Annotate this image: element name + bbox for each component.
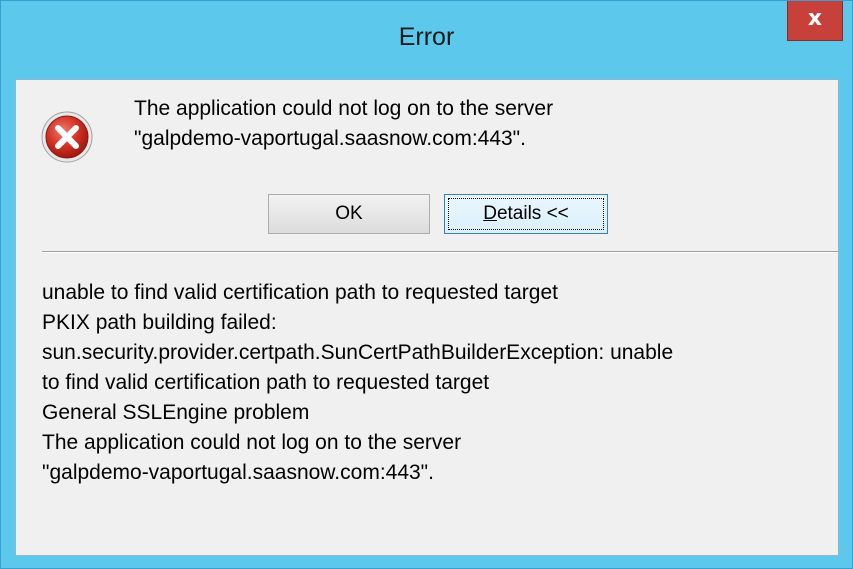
dialog-body: The application could not log on to the … <box>15 79 839 556</box>
focus-rectangle: Details << <box>448 198 604 230</box>
details-line: The application could not log on to the … <box>42 431 462 454</box>
details-line: unable to find valid certification path … <box>42 281 558 304</box>
details-text: unable to find valid certification path … <box>42 278 832 488</box>
details-line: sun.security.provider.certpath.SunCertPa… <box>42 341 674 364</box>
error-dialog: Error x The application could not log on… <box>0 0 853 569</box>
details-button[interactable]: Details << <box>444 194 608 234</box>
details-label: etails << <box>496 203 569 224</box>
error-message: The application could not log on to the … <box>134 94 814 154</box>
ok-button[interactable]: OK <box>268 194 430 234</box>
close-icon: x <box>807 6 823 31</box>
window-title: Error <box>398 23 455 51</box>
details-line: PKIX path building failed: <box>42 311 277 334</box>
details-line: General SSLEngine problem <box>42 401 310 424</box>
error-message-line: "galpdemo-vaportugal.saasnow.com:443". <box>134 127 526 150</box>
title-bar[interactable]: Error x <box>1 1 852 79</box>
separator <box>42 251 838 253</box>
error-icon <box>41 111 93 163</box>
close-button[interactable]: x <box>787 1 843 41</box>
details-mnemonic: D <box>483 203 497 224</box>
error-message-line: The application could not log on to the … <box>134 97 554 120</box>
details-line: "galpdemo-vaportugal.saasnow.com:443". <box>42 461 434 484</box>
details-line: to find valid certification path to requ… <box>42 371 490 394</box>
